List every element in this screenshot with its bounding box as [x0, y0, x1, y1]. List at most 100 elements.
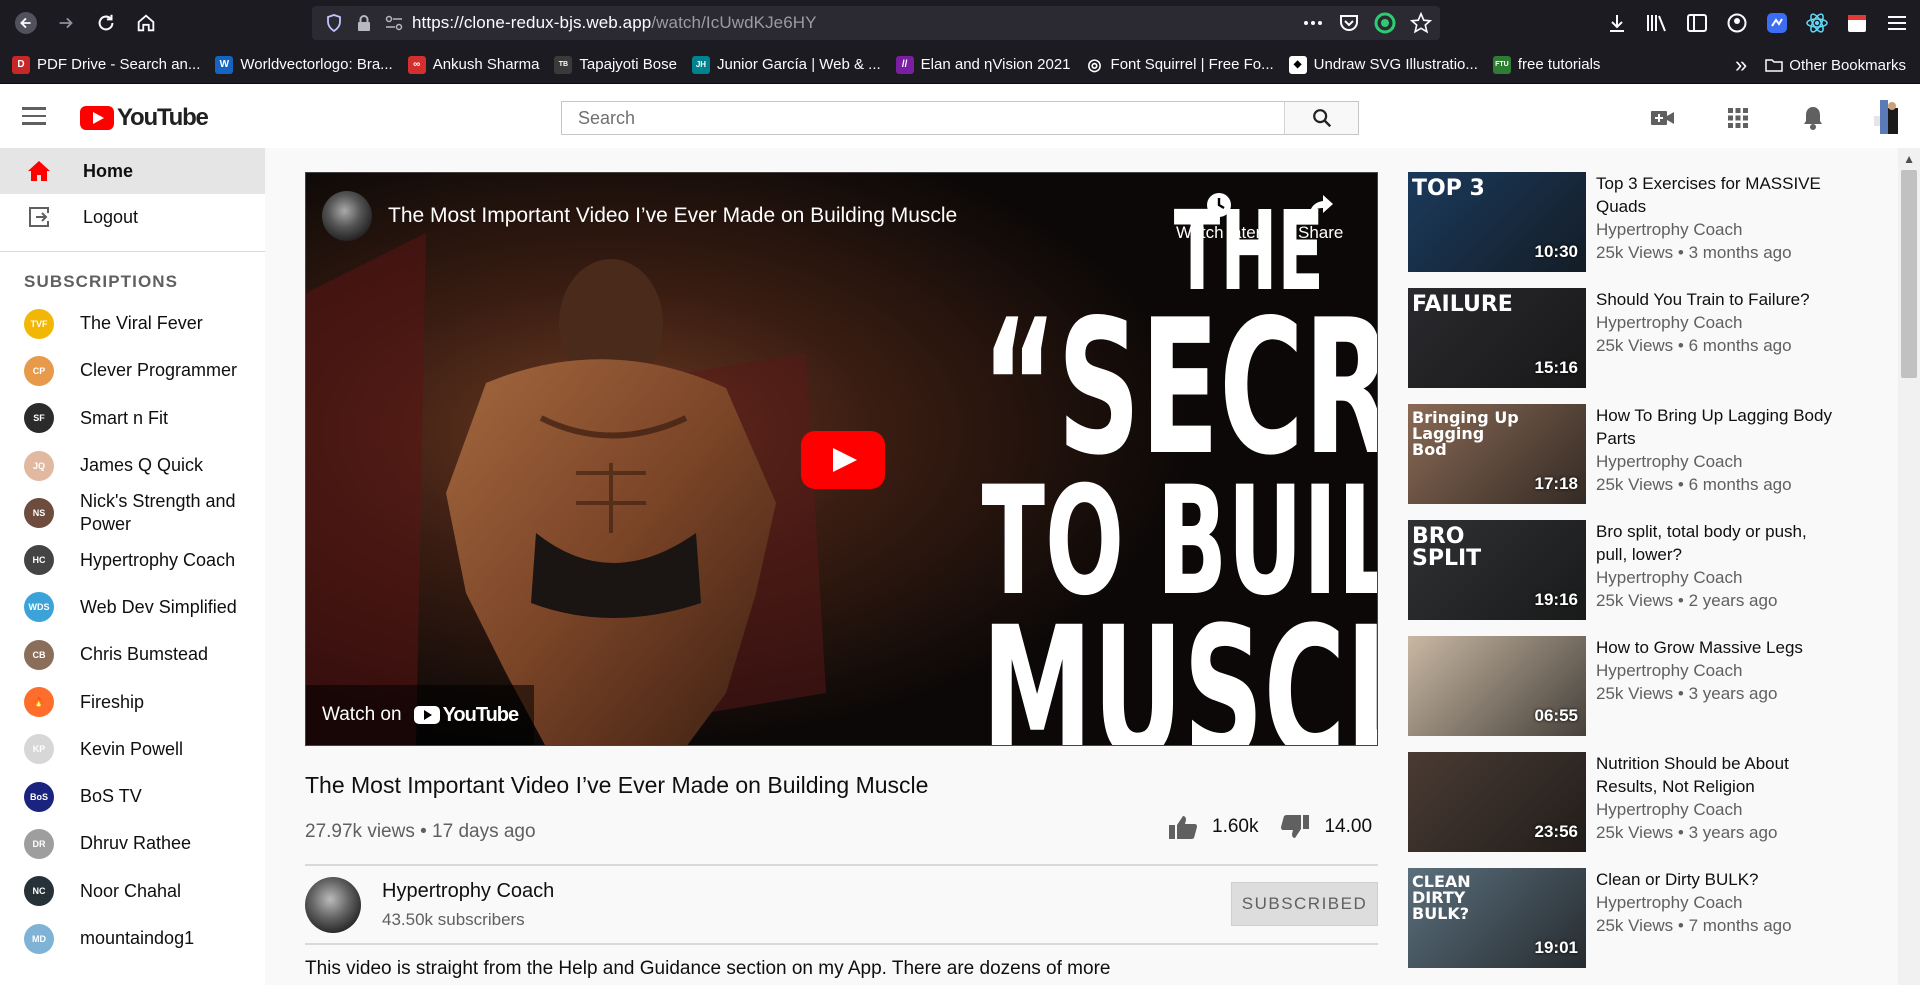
subscription-item[interactable]: WDS Web Dev Simplified	[0, 584, 265, 631]
permissions-icon[interactable]	[382, 11, 406, 35]
recommendation-title[interactable]: Nutrition Should be About Results, Not R…	[1596, 752, 1836, 798]
youtube-logo[interactable]: YouTube	[80, 104, 209, 132]
recommendation-thumbnail[interactable]: 06:55	[1408, 636, 1586, 736]
player-channel-avatar[interactable]	[322, 191, 372, 241]
subscription-avatar: NS	[24, 497, 54, 528]
watch-later-button[interactable]: Watch later	[1176, 191, 1261, 243]
apps-grid-icon[interactable]	[1724, 104, 1752, 132]
bookmark-item[interactable]: ◎ Font Squirrel | Free Fo...	[1086, 56, 1274, 74]
more-actions-icon[interactable]	[1300, 10, 1326, 36]
bookmarks-bar: D PDF Drive - Search an... W Worldvectorlo…	[0, 46, 1920, 84]
back-button[interactable]	[6, 0, 46, 46]
subscription-item[interactable]: NC Noor Chahal	[0, 868, 265, 915]
subscription-item[interactable]: TVF The Viral Fever	[0, 300, 265, 347]
lock-icon[interactable]	[352, 11, 376, 35]
back-arrow-icon	[15, 12, 37, 34]
recommendation-item[interactable]: 23:56 Nutrition Should be About Results, …	[1408, 752, 1848, 868]
extension-blue-icon[interactable]	[1760, 6, 1794, 40]
library-icon[interactable]	[1640, 6, 1674, 40]
dislike-button[interactable]: 14.00	[1280, 814, 1372, 840]
subscription-item[interactable]: CP Clever Programmer	[0, 347, 265, 394]
hamburger-menu-icon[interactable]	[22, 102, 52, 130]
subscription-item[interactable]: NS Nick's Strength and Power	[0, 489, 265, 536]
recommendation-item[interactable]: 06:55 How to Grow Massive Legs Hypertrophy…	[1408, 636, 1848, 752]
recommendation-thumbnail[interactable]: CLEAN DIRTY BULK? 19:01	[1408, 868, 1586, 968]
subscription-item[interactable]: KP Kevin Powell	[0, 726, 265, 773]
like-button[interactable]: 1.60k	[1168, 814, 1280, 840]
recommendation-item[interactable]: FAILURE 15:16 Should You Train to Failure?…	[1408, 288, 1848, 404]
subscription-item[interactable]: BoS BoS TV	[0, 773, 265, 820]
bookmark-item[interactable]: FTU free tutorials	[1492, 55, 1600, 74]
thumbnail-text-line: MUSCLE	[981, 589, 1377, 746]
bookmark-item[interactable]: ∞ Ankush Sharma	[407, 55, 539, 74]
recommendation-stats: 25k Views • 3 months ago	[1596, 243, 1792, 262]
url-text[interactable]: https://clone-redux-bjs.web.app/watch/Ic…	[412, 13, 817, 33]
home-button[interactable]	[126, 0, 166, 46]
recommendation-channel: Hypertrophy Coach	[1596, 800, 1743, 819]
app-menu-icon[interactable]	[1880, 6, 1914, 40]
recommendation-thumbnail[interactable]: 23:56	[1408, 752, 1586, 852]
search-button[interactable]	[1284, 102, 1358, 134]
subscription-item[interactable]: SF Smart n Fit	[0, 395, 265, 442]
scroll-up-arrow-icon[interactable]: ▲	[1903, 152, 1915, 166]
bookmark-item[interactable]: ◆ Undraw SVG Illustratio...	[1288, 55, 1478, 74]
bookmark-star-icon[interactable]	[1408, 10, 1434, 36]
forward-button[interactable]	[46, 0, 86, 46]
extension-green-icon[interactable]	[1372, 10, 1398, 36]
recommendation-item[interactable]: TOP 3 10:30 Top 3 Exercises for MASSIVE Qu…	[1408, 172, 1848, 288]
recommendation-title[interactable]: Top 3 Exercises for MASSIVE Quads	[1596, 172, 1836, 218]
reload-button[interactable]	[86, 0, 126, 46]
other-bookmarks[interactable]: Other Bookmarks	[1765, 57, 1906, 74]
share-button[interactable]: Share	[1298, 191, 1343, 243]
bookmark-item[interactable]: W Worldvectorlogo: Bra...	[215, 55, 393, 74]
subscription-item[interactable]: HC Hypertrophy Coach	[0, 536, 265, 583]
bookmark-item[interactable]: // Elan and ηVision 2021	[895, 55, 1071, 74]
recommendation-title[interactable]: Bro split, total body or push, pull, low…	[1596, 520, 1836, 566]
recommendation-thumbnail[interactable]: FAILURE 15:16	[1408, 288, 1586, 388]
sidebar-item-logout[interactable]: Logout	[0, 194, 265, 240]
bookmark-item[interactable]: JH Junior García | Web & ...	[691, 55, 881, 74]
scrollbar-thumb[interactable]	[1901, 170, 1917, 378]
user-avatar[interactable]	[1866, 98, 1904, 136]
channel-avatar[interactable]	[305, 877, 361, 933]
recommendation-thumbnail[interactable]: Bringing Up Lagging Bod 17:18	[1408, 404, 1586, 504]
recommendation-title[interactable]: Should You Train to Failure?	[1596, 288, 1836, 311]
react-devtools-icon[interactable]	[1800, 6, 1834, 40]
bookmarks-overflow-icon[interactable]: »	[1735, 52, 1747, 78]
watch-on-youtube-button[interactable]: Watch on YouTube	[306, 685, 535, 745]
recommendation-title[interactable]: Clean or Dirty BULK?	[1596, 868, 1836, 891]
sidebar-toggle-icon[interactable]	[1680, 6, 1714, 40]
subscription-item[interactable]: JQ James Q Quick	[0, 442, 265, 489]
page-scrollbar[interactable]: ▲	[1898, 148, 1920, 985]
subscription-item[interactable]: 🔥 Fireship	[0, 678, 265, 725]
extension-calendar-icon[interactable]	[1840, 6, 1874, 40]
notifications-bell-icon[interactable]	[1799, 104, 1827, 132]
pocket-icon[interactable]	[1336, 10, 1362, 36]
account-icon[interactable]	[1720, 6, 1754, 40]
recommendation-title[interactable]: How to Grow Massive Legs	[1596, 636, 1836, 659]
search-input[interactable]	[562, 102, 1284, 134]
bookmark-item[interactable]: TB Tapajyoti Bose	[554, 55, 677, 74]
recommendation-title[interactable]: How To Bring Up Lagging Body Parts	[1596, 404, 1836, 450]
recommendation-thumbnail[interactable]: TOP 3 10:30	[1408, 172, 1586, 272]
channel-subscriber-count: 43.50k subscribers	[382, 910, 525, 929]
subscribe-button[interactable]: SUBSCRIBED	[1231, 882, 1378, 926]
play-button-icon[interactable]	[801, 431, 885, 489]
subscription-item[interactable]: DR Dhruv Rathee	[0, 820, 265, 867]
url-bar[interactable]: https://clone-redux-bjs.web.app/watch/Ic…	[312, 6, 1440, 40]
downloads-icon[interactable]	[1600, 6, 1634, 40]
video-player[interactable]: The Most Important Video I’ve Ever Made …	[305, 172, 1378, 746]
sidebar-item-home[interactable]: Home	[0, 148, 265, 194]
recommendation-item[interactable]: Bringing Up Lagging Bod 17:18 How To Bring…	[1408, 404, 1848, 520]
recommendation-thumbnail-text: BRO SPLIT	[1412, 524, 1482, 571]
create-video-icon[interactable]	[1649, 104, 1677, 132]
watch-later-label: Watch later	[1176, 223, 1262, 242]
bookmark-item[interactable]: D PDF Drive - Search an...	[12, 55, 200, 74]
subscription-item[interactable]: MD mountaindog1	[0, 915, 265, 962]
recommendation-thumbnail[interactable]: BRO SPLIT 19:16	[1408, 520, 1586, 620]
subscription-item[interactable]: CB Chris Bumstead	[0, 631, 265, 678]
recommendation-item[interactable]: CLEAN DIRTY BULK? 19:01 Clean or Dirty BUL…	[1408, 868, 1848, 984]
shield-icon[interactable]	[322, 11, 346, 35]
recommendation-item[interactable]: BRO SPLIT 19:16 Bro split, total body or p…	[1408, 520, 1848, 636]
channel-name[interactable]: Hypertrophy Coach	[382, 880, 554, 903]
